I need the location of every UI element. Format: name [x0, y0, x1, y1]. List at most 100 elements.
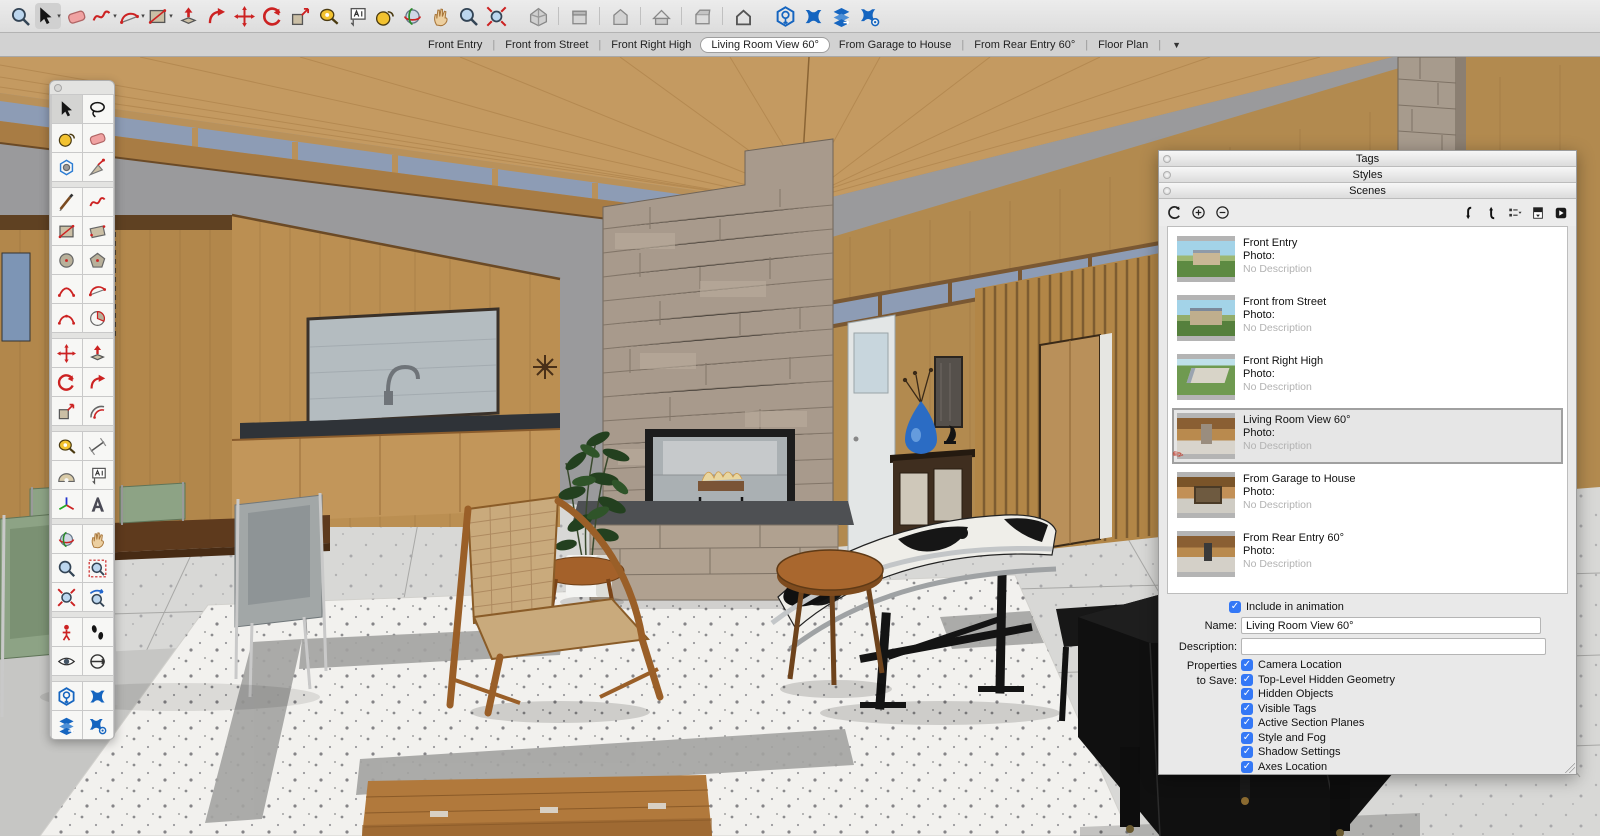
scale-tool-button[interactable]: [287, 3, 313, 29]
scene-list[interactable]: Front Entry Photo: No Description Front …: [1167, 226, 1568, 594]
palette-zoom-window-tool[interactable]: [83, 554, 113, 582]
tab-front-right-high[interactable]: Front Right High: [602, 37, 700, 53]
style-and-fog-checkbox[interactable]: ✓: [1241, 732, 1253, 744]
palette-follow-me-tool[interactable]: [83, 368, 113, 396]
rectangle-tool-button[interactable]: ▾: [147, 3, 173, 29]
move-scene-up-button[interactable]: [1485, 206, 1499, 220]
active-section-planes-checkbox[interactable]: ✓: [1241, 717, 1253, 729]
orbit-tool-button[interactable]: [399, 3, 425, 29]
tool-palette[interactable]: [49, 80, 115, 740]
palette-lasso-tool[interactable]: [83, 95, 113, 123]
palette-text-tool[interactable]: [83, 461, 113, 489]
tab-from-rear-entry[interactable]: From Rear Entry 60°: [965, 37, 1084, 53]
palette-title-bar[interactable]: [50, 81, 114, 94]
collapse-circle-icon[interactable]: [1163, 171, 1171, 179]
arc-tool-button[interactable]: ▾: [119, 3, 145, 29]
description-input[interactable]: [1241, 638, 1546, 655]
zoom-extents-button[interactable]: [483, 3, 509, 29]
palette-select-tool[interactable]: [52, 95, 82, 123]
move-tool-button[interactable]: [231, 3, 257, 29]
palette-dimension-tool[interactable]: [83, 432, 113, 460]
palette-rectangle-tool[interactable]: [52, 217, 82, 245]
top-level-hidden-geometry-checkbox[interactable]: ✓: [1241, 674, 1253, 686]
palette-polygon-tool[interactable]: [83, 246, 113, 274]
kitchen-window[interactable]: [308, 309, 498, 423]
palette-3d-text-tool[interactable]: [83, 490, 113, 518]
section-view-button[interactable]: [689, 3, 715, 29]
freehand-tool-button[interactable]: ▾: [91, 3, 117, 29]
select-tool-button[interactable]: ▾: [35, 3, 61, 29]
house-outline-view-button[interactable]: [730, 3, 756, 29]
palette-eraser-tool[interactable]: [83, 124, 113, 152]
remove-scene-button[interactable]: [1215, 205, 1230, 220]
palette-walk-tool[interactable]: [83, 618, 113, 646]
shadow-settings-checkbox[interactable]: ✓: [1241, 746, 1253, 758]
paint-bucket-tool-button[interactable]: [371, 3, 397, 29]
coffee-table[interactable]: [362, 775, 712, 836]
palette-pie-sector-tool[interactable]: [83, 304, 113, 332]
palette-tag-tool[interactable]: [83, 153, 113, 181]
scene-item-living-room-view[interactable]: ✎ Living Room View 60° Photo: No Descrip…: [1172, 408, 1563, 464]
tab-overflow-button[interactable]: ▼: [1172, 40, 1181, 50]
zoom-button[interactable]: [455, 3, 481, 29]
palette-navigation-tool[interactable]: [83, 647, 113, 675]
include-in-animation-checkbox[interactable]: ✓: [1229, 601, 1241, 613]
palette-tape-measure-tool[interactable]: [52, 432, 82, 460]
scene-item-front-from-street[interactable]: Front from Street Photo: No Description: [1172, 290, 1563, 346]
scene-item-front-right-high[interactable]: Front Right High Photo: No Description: [1172, 349, 1563, 405]
tab-front-entry[interactable]: Front Entry: [419, 37, 491, 53]
interior-door-white[interactable]: [848, 315, 895, 555]
pan-tool-button[interactable]: [427, 3, 453, 29]
palette-pan-tool[interactable]: [83, 525, 113, 553]
palette-three-point-arc-tool[interactable]: [52, 304, 82, 332]
top-view-button[interactable]: [648, 3, 674, 29]
close-icon[interactable]: [54, 84, 62, 92]
palette-position-camera-tool[interactable]: [52, 618, 82, 646]
rotate-tool-button[interactable]: [259, 3, 285, 29]
palette-circle-tool[interactable]: [52, 246, 82, 274]
visible-tags-checkbox[interactable]: ✓: [1241, 703, 1253, 715]
view-options-button[interactable]: [1508, 206, 1522, 220]
push-pull-tool-button[interactable]: [175, 3, 201, 29]
palette-rotate-tool[interactable]: [52, 368, 82, 396]
palette-make-component-tool[interactable]: [52, 153, 82, 181]
palette-extension-cross-tool[interactable]: [83, 682, 113, 710]
back-view-button[interactable]: [566, 3, 592, 29]
show-details-button[interactable]: [1531, 206, 1545, 220]
hidden-objects-checkbox[interactable]: ✓: [1241, 688, 1253, 700]
palette-scale-tool[interactable]: [52, 397, 82, 425]
tray-panel[interactable]: Tags Styles Scenes Front Entry Photo: No…: [1158, 150, 1577, 775]
palette-zoom-tool[interactable]: [52, 554, 82, 582]
palette-axes-tool[interactable]: [52, 490, 82, 518]
scene-item-front-entry[interactable]: Front Entry Photo: No Description: [1172, 231, 1563, 287]
palette-rotated-rectangle-tool[interactable]: [83, 217, 113, 245]
tags-section-header[interactable]: Tags: [1159, 151, 1576, 167]
palette-look-around-tool[interactable]: [52, 647, 82, 675]
palette-zoom-extents-tool[interactable]: [52, 583, 82, 611]
extension-cross-gear-button[interactable]: [856, 3, 882, 29]
iso-view-button[interactable]: [525, 3, 551, 29]
palette-move-tool[interactable]: [52, 339, 82, 367]
interior-door-wood[interactable]: [1040, 333, 1112, 549]
palette-pie-tool[interactable]: [83, 275, 113, 303]
palette-orbit-tool[interactable]: [52, 525, 82, 553]
tab-living-room-view[interactable]: Living Room View 60°: [700, 37, 830, 53]
tape-measure-tool-button[interactable]: [315, 3, 341, 29]
palette-offset-tool[interactable]: [83, 397, 113, 425]
panel-resize-handle[interactable]: [1565, 763, 1575, 773]
home-view-button[interactable]: [607, 3, 633, 29]
palette-extension-layers-tool[interactable]: [52, 711, 82, 739]
scene-item-from-rear-entry[interactable]: From Rear Entry 60° Photo: No Descriptio…: [1172, 526, 1563, 582]
palette-extension-shield-tool[interactable]: [52, 682, 82, 710]
wall-art[interactable]: [2, 253, 30, 341]
scenes-section-header[interactable]: Scenes: [1159, 183, 1576, 199]
palette-arc-tool[interactable]: [52, 275, 82, 303]
palette-extension-cross-gear-tool[interactable]: [83, 711, 113, 739]
update-scene-button[interactable]: [1167, 205, 1182, 220]
palette-line-tool[interactable]: [52, 188, 82, 216]
mirror[interactable]: [935, 357, 962, 427]
eraser-tool-button[interactable]: [63, 3, 89, 29]
tab-floor-plan[interactable]: Floor Plan: [1089, 37, 1157, 53]
palette-protractor-tool[interactable]: [52, 461, 82, 489]
collapse-circle-icon[interactable]: [1163, 155, 1171, 163]
